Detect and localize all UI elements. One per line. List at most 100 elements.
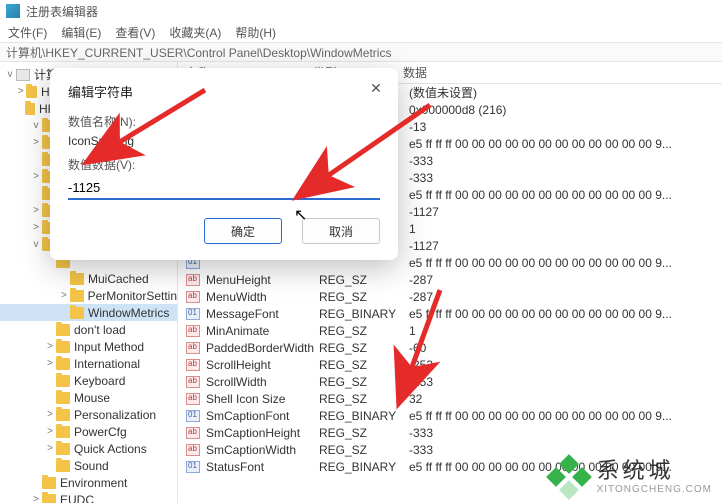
menu-help[interactable]: 帮助(H) [235,24,276,41]
close-icon[interactable]: ✕ [364,76,388,100]
value-name-label: 数值名称(N): [68,113,380,130]
folder-icon [56,460,70,472]
table-row[interactable]: Shell Icon SizeREG_SZ32 [178,390,722,407]
tree-item[interactable]: don't load [0,321,177,338]
string-value-icon [186,427,200,439]
table-row[interactable]: MenuHeightREG_SZ-287 [178,271,722,288]
address-bar[interactable]: 计算机\HKEY_CURRENT_USER\Control Panel\Desk… [0,42,722,62]
table-row[interactable]: MessageFontREG_BINARYe5 ff ff ff 00 00 0… [178,305,722,322]
folder-icon [56,443,70,455]
value-type-cell: REG_SZ [319,341,409,355]
folder-icon [56,392,70,404]
watermark: 系统城 XITONGCHENG.COM [549,457,712,497]
value-name-cell: MinAnimate [206,324,319,338]
value-name-cell: Shell Icon Size [206,392,319,406]
folder-icon [42,494,56,503]
value-name-cell: MessageFont [206,307,319,321]
folder-icon [42,477,56,489]
value-name-cell: SmCaptionFont [206,409,319,423]
value-name-cell: StatusFont [206,460,319,474]
value-name-cell: PaddedBorderWidth [206,341,319,355]
string-value-icon [186,376,200,388]
value-data-cell: -253 [409,358,722,372]
titlebar: 注册表编辑器 [0,0,722,22]
menu-view[interactable]: 查看(V) [115,24,155,41]
table-row[interactable]: ScrollHeightREG_SZ-253 [178,356,722,373]
value-data-cell: e5 ff ff ff 00 00 00 00 00 00 00 00 00 0… [409,307,722,321]
folder-icon [56,341,70,353]
table-row[interactable]: MenuWidthREG_SZ-287 [178,288,722,305]
value-type-cell: REG_BINARY [319,307,409,321]
tree-item[interactable]: Mouse [0,389,177,406]
value-data-cell: 32 [409,392,722,406]
tree-item[interactable]: Environment [0,474,177,491]
value-name-cell: MenuHeight [206,273,319,287]
string-value-icon [186,359,200,371]
string-value-icon [186,274,200,286]
menu-file[interactable]: 文件(F) [8,24,47,41]
tree-item[interactable]: WindowMetrics [0,304,177,321]
tree-item[interactable]: Keyboard [0,372,177,389]
watermark-en: XITONGCHENG.COM [597,484,712,495]
value-name-cell: MenuWidth [206,290,319,304]
value-name: IconSpacing [68,134,380,148]
folder-icon [70,273,84,285]
app-title: 注册表编辑器 [26,3,98,20]
value-type-cell: REG_BINARY [319,409,409,423]
table-row[interactable]: ScrollWidthREG_SZ-253 [178,373,722,390]
value-name-cell: ScrollWidth [206,375,319,389]
string-value-icon [186,342,200,354]
table-row[interactable]: PaddedBorderWidthREG_SZ-60 [178,339,722,356]
menubar: 文件(F) 编辑(E) 查看(V) 收藏夹(A) 帮助(H) [0,22,722,42]
folder-icon [26,86,37,98]
value-data-cell: -287 [409,273,722,287]
value-data-cell: -333 [409,154,722,168]
value-type-cell: REG_SZ [319,290,409,304]
table-row[interactable]: SmCaptionFontREG_BINARYe5 ff ff ff 00 00… [178,407,722,424]
folder-icon [56,426,70,438]
ok-button[interactable]: 确定 [204,218,282,244]
tree-item[interactable]: >International [0,355,177,372]
value-data-cell: -287 [409,290,722,304]
cancel-button[interactable]: 取消 [302,218,380,244]
binary-value-icon [186,410,200,422]
value-data-cell: -60 [409,341,722,355]
folder-icon [70,307,84,319]
value-type-cell: REG_SZ [319,375,409,389]
tree-item[interactable]: >Input Method [0,338,177,355]
value-data-input[interactable] [68,177,380,200]
value-data-cell: -253 [409,375,722,389]
table-row[interactable]: SmCaptionHeightREG_SZ-333 [178,424,722,441]
value-data-cell: -1127 [409,239,722,253]
tree-item[interactable]: >Quick Actions [0,440,177,457]
value-data-cell: e5 ff ff ff 00 00 00 00 00 00 00 00 00 0… [409,409,722,423]
col-data[interactable]: 数据 [403,64,722,81]
menu-edit[interactable]: 编辑(E) [61,24,101,41]
menu-favorites[interactable]: 收藏夹(A) [169,24,221,41]
tree-item[interactable]: >PerMonitorSettin [0,287,177,304]
folder-icon [25,103,35,115]
binary-value-icon [186,461,200,473]
string-value-icon [186,444,200,456]
table-row[interactable]: MinAnimateREG_SZ1 [178,322,722,339]
tree-item[interactable]: >PowerCfg [0,423,177,440]
folder-icon [56,358,70,370]
value-type-cell: REG_SZ [319,358,409,372]
value-data-cell: 1 [409,222,722,236]
tree-item[interactable]: MuiCached [0,270,177,287]
value-type-cell: REG_SZ [319,426,409,440]
value-data-cell: 0x000000d8 (216) [409,103,722,117]
tree-item[interactable]: >Personalization [0,406,177,423]
edit-string-dialog: ✕ 编辑字符串 数值名称(N): IconSpacing 数值数据(V): 确定… [50,68,398,260]
value-data-label: 数值数据(V): [68,156,380,173]
table-row[interactable]: SmCaptionWidthREG_SZ-333 [178,441,722,458]
string-value-icon [186,291,200,303]
dialog-title: 编辑字符串 [68,82,380,101]
tree-item[interactable]: >EUDC [0,491,177,503]
value-data-cell: -333 [409,443,722,457]
string-value-icon [186,393,200,405]
folder-icon [70,290,84,302]
value-type-cell: REG_SZ [319,273,409,287]
tree-item[interactable]: Sound [0,457,177,474]
value-name-cell: SmCaptionWidth [206,443,319,457]
